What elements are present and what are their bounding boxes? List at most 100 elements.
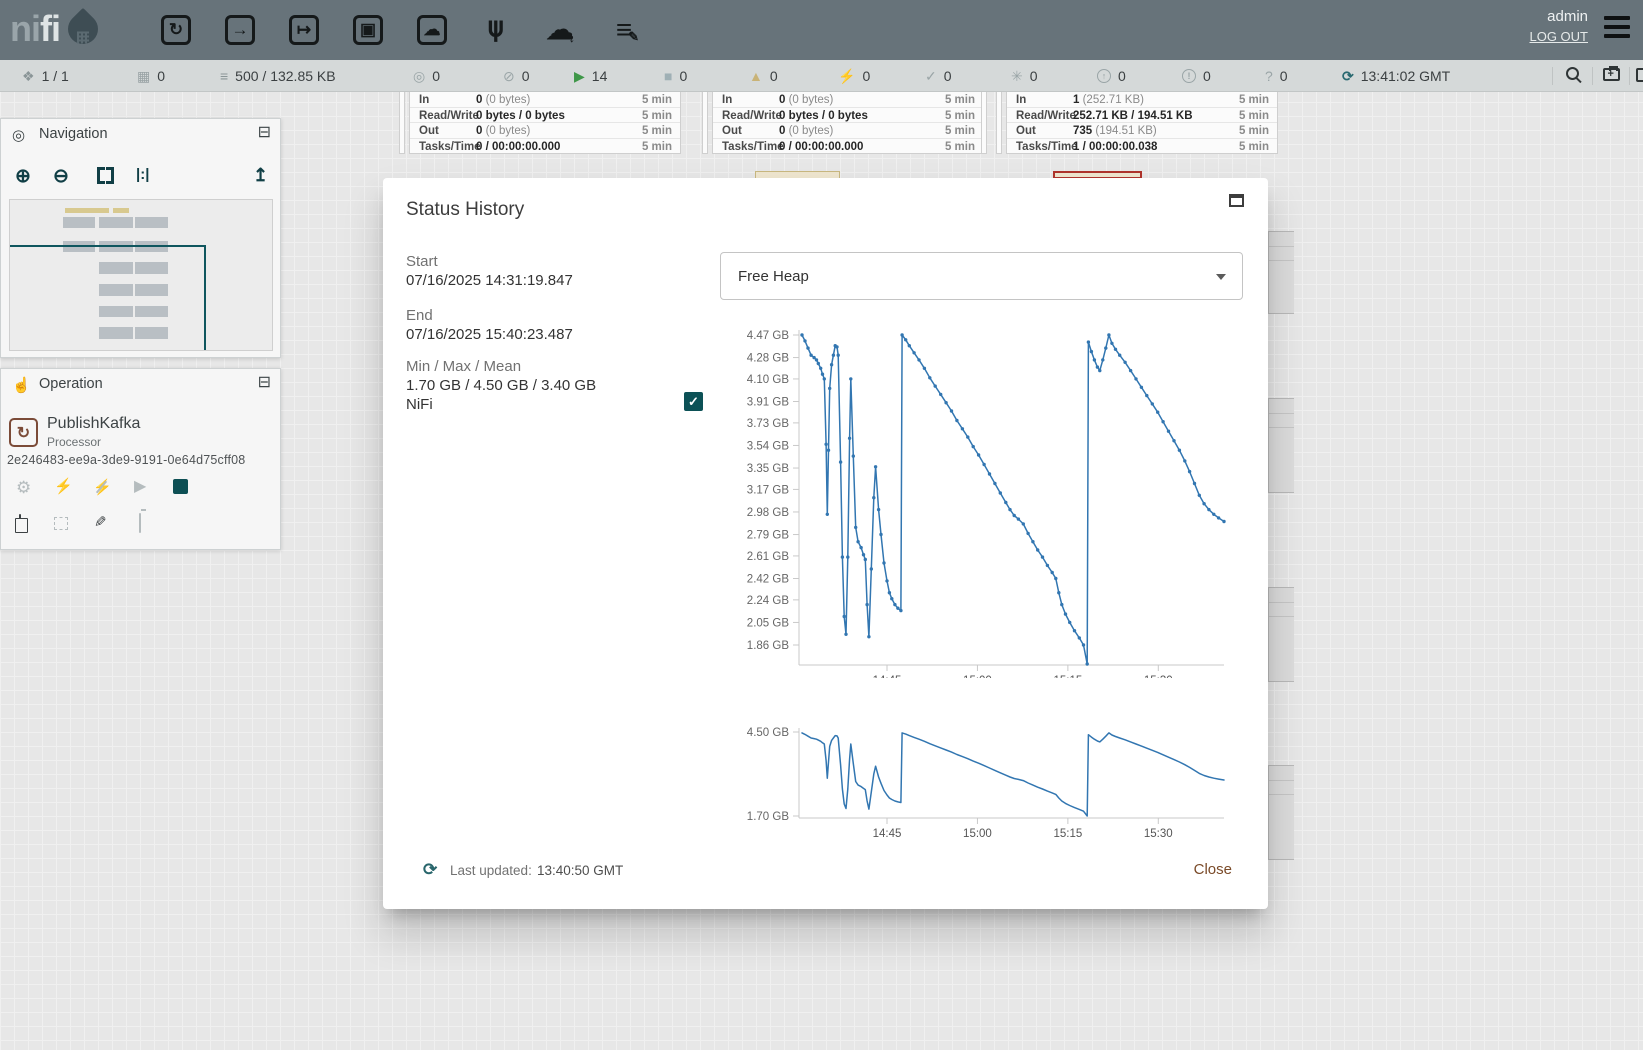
stat-row: Out0 (0 bytes)5 min — [410, 123, 680, 139]
process-group-icon[interactable]: ▣ — [351, 11, 385, 49]
close-button[interactable]: Close — [1194, 861, 1232, 878]
processor-edge — [996, 88, 1002, 154]
status-history-dialog: Status History Start07/16/2025 14:31:19.… — [383, 178, 1268, 909]
status-item-stopped: ■0 — [664, 60, 687, 92]
series-toggle-label: NiFi — [406, 396, 433, 413]
status-item-value: 0 — [862, 68, 870, 84]
funnel-icon[interactable]: ⋔ — [479, 11, 513, 49]
svg-text:15:00: 15:00 — [963, 675, 992, 678]
divider — [1629, 67, 1630, 85]
svg-text:1.70 GB: 1.70 GB — [747, 811, 790, 823]
svg-text:15:15: 15:15 — [1053, 828, 1082, 840]
disable-bolt-slash-icon[interactable]: ⚡ — [93, 479, 112, 496]
metric-dropdown[interactable]: Free Heap — [720, 252, 1243, 300]
zoom-fit-button[interactable] — [97, 167, 114, 184]
refresh-icon[interactable]: ⟳ — [1342, 69, 1354, 83]
status-item-value: 0 — [432, 68, 440, 84]
chevron-down-icon — [1216, 274, 1226, 280]
template-icon[interactable]: ☁↓ — [543, 11, 577, 49]
status-item-value: 0 — [1118, 68, 1126, 84]
stat-row: Read/Write0 bytes / 0 bytes5 min — [410, 108, 680, 124]
svg-text:3.73 GB: 3.73 GB — [747, 418, 790, 430]
processor-icon[interactable]: ↻ — [159, 11, 193, 49]
last-updated-label: Last updated: — [450, 863, 532, 878]
svg-text:4.10 GB: 4.10 GB — [747, 374, 790, 386]
status-item-queued: ≡500 / 132.85 KB — [220, 60, 336, 92]
dialog-field: End07/16/2025 15:40:23.487 — [406, 306, 706, 344]
enable-bolt-icon[interactable]: ⚡ — [54, 479, 73, 494]
status-item-value: 0 — [770, 68, 778, 84]
processor-stats-table: In1 (252.71 KB)5 minRead/Write252.71 KB … — [1006, 91, 1278, 154]
color-brush-icon[interactable]: ✎ — [94, 515, 107, 530]
processor-partial — [1268, 587, 1294, 682]
svg-text:3.17 GB: 3.17 GB — [747, 484, 790, 496]
status-clock-value: 13:41:02 GMT — [1361, 68, 1451, 84]
collapse-icon[interactable]: ⊟ — [258, 125, 271, 141]
stat-row: In0 (0 bytes)5 min — [410, 92, 680, 108]
search-icon[interactable] — [1566, 67, 1579, 80]
logout-link[interactable]: LOG OUT — [1529, 29, 1588, 44]
status-item-value: 0 — [1030, 68, 1038, 84]
processor-partial — [1268, 231, 1294, 314]
app-header: nifi ↻→↦▣☁⋔☁↓≡✎ admin LOG OUT — [0, 0, 1643, 60]
logo-text-ni: ni — [10, 8, 40, 50]
copy-icon[interactable] — [19, 514, 21, 533]
stat-row: Tasks/Time0 / 00:00:00.0005 min — [713, 139, 983, 155]
configure-gear-icon[interactable]: ⚙ — [16, 479, 31, 496]
hand-icon: ☝ — [12, 376, 31, 394]
status-item-threads: ▦0 — [137, 60, 165, 92]
up-level-button[interactable]: ↥ — [253, 165, 268, 186]
series-checkbox[interactable]: ✓ — [684, 392, 703, 411]
navigation-minimap[interactable] — [9, 199, 273, 351]
remote-process-group-icon[interactable]: ☁ — [415, 11, 449, 49]
svg-text:3.35 GB: 3.35 GB — [747, 463, 790, 475]
status-bar: ❖1 / 1▦0≡500 / 132.85 KB◎0⊘0▶14■0▲0⚡0✓0✳… — [0, 60, 1643, 92]
nifi-droplet-icon — [62, 8, 104, 50]
svg-text:3.91 GB: 3.91 GB — [747, 397, 790, 409]
input-port-icon[interactable]: → — [223, 11, 257, 49]
status-item-stale: ↑0 — [1097, 60, 1126, 92]
minimap-viewport[interactable] — [9, 245, 206, 351]
stop-icon: ■ — [664, 69, 672, 83]
svg-text:2.42 GB: 2.42 GB — [747, 573, 790, 585]
global-menu-icon[interactable] — [1604, 16, 1630, 43]
grid-icon: ▦ — [137, 69, 150, 83]
delete-trash-icon[interactable] — [139, 513, 141, 533]
label-icon[interactable]: ≡✎ — [607, 11, 641, 49]
check-icon: ✓ — [925, 69, 937, 83]
status-history-chart: 4.47 GB4.28 GB4.10 GB3.91 GB3.73 GB3.54 … — [740, 318, 1240, 678]
svg-text:4.50 GB: 4.50 GB — [747, 727, 790, 739]
nifi-app: In0 (0 bytes)5 minRead/Write0 bytes / 0 … — [0, 0, 1643, 1050]
question-icon: ? — [1265, 69, 1273, 83]
collapse-icon[interactable]: ⊟ — [258, 375, 271, 391]
status-item-locally-modified: ✳0 — [1011, 60, 1038, 92]
svg-text:15:15: 15:15 — [1053, 675, 1082, 678]
group-frame-icon[interactable] — [54, 517, 68, 530]
nifi-logo: nifi — [10, 8, 98, 50]
svg-text:2.79 GB: 2.79 GB — [747, 530, 790, 542]
stop-button[interactable] — [173, 479, 188, 494]
status-item-value: 0 — [1280, 68, 1288, 84]
output-port-icon[interactable]: ↦ — [287, 11, 321, 49]
refresh-icon[interactable]: ⟳ — [423, 860, 437, 880]
processor-partial — [1268, 765, 1294, 860]
stat-row: Read/Write0 bytes / 0 bytes5 min — [713, 108, 983, 124]
zoom-out-button[interactable]: ⊖ — [53, 165, 69, 188]
maximize-icon[interactable] — [1229, 194, 1244, 207]
status-item-value: 1 / 1 — [42, 68, 69, 84]
status-item-value: 0 — [157, 68, 165, 84]
status-item-transmitting: ◎0 — [413, 60, 440, 92]
processor-edge — [981, 88, 987, 154]
status-history-brush[interactable]: 4.50 GB1.70 GB14:4515:0015:1515:30 — [740, 702, 1240, 852]
start-play-icon[interactable]: ▶ — [134, 479, 146, 495]
stat-row: Tasks/Time1 / 00:00:00.0385 min — [1007, 139, 1277, 155]
selected-component-id: 2e246483-ee9a-3de9-9191-0e64d75cff08 — [7, 453, 245, 467]
navigation-panel-title: Navigation — [39, 126, 108, 142]
stat-row: Out0 (0 bytes)5 min — [713, 123, 983, 139]
logo-text-fi: fi — [40, 8, 60, 50]
zoom-in-button[interactable]: ⊕ — [15, 165, 31, 188]
status-item-value: 14 — [592, 68, 608, 84]
settings-icon[interactable] — [1636, 68, 1643, 82]
counts-kit-icon[interactable] — [1603, 68, 1620, 81]
zoom-actual-button[interactable]: |:| — [136, 166, 149, 183]
